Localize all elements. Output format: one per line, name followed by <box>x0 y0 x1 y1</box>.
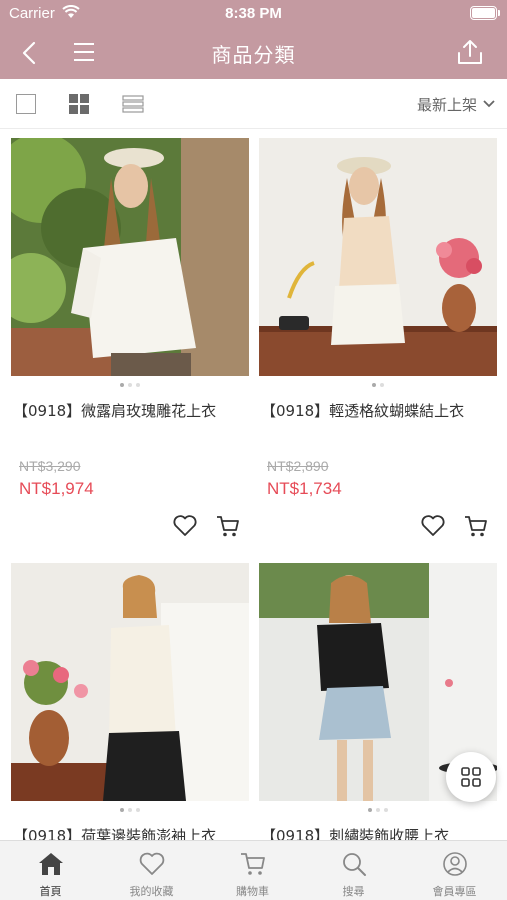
user-icon <box>443 852 467 876</box>
product-card[interactable]: 【0918】荷葉邊裝飾澎袖上衣 <box>11 563 249 845</box>
cart-icon[interactable] <box>215 514 241 538</box>
home-icon <box>39 853 63 875</box>
image-pager <box>11 383 249 389</box>
list-view-icon[interactable] <box>122 94 144 114</box>
view-toolbar: 最新上架 <box>0 79 507 129</box>
battery-tip <box>498 10 500 16</box>
product-image[interactable] <box>259 138 497 376</box>
single-view-icon[interactable] <box>16 94 36 114</box>
heart-icon[interactable] <box>172 514 198 538</box>
share-icon[interactable] <box>457 38 483 66</box>
sale-price: NT$1,734 <box>267 479 342 498</box>
cart-icon <box>241 853 265 875</box>
category-grid-button[interactable] <box>446 752 496 802</box>
page-title: 商品分類 <box>211 43 296 67</box>
product-card[interactable]: 【0918】微露肩玫瑰雕花上衣 NT$3,290 NT$1,974 <box>11 138 249 537</box>
tab-label: 我的收藏 <box>129 885 174 898</box>
product-name[interactable]: 【0918】輕透格紋蝴蝶結上衣 <box>261 400 497 421</box>
image-pager <box>259 383 497 389</box>
image-pager <box>11 808 249 814</box>
tab-label: 購物車 <box>236 885 269 898</box>
original-price: NT$2,890 <box>267 458 329 474</box>
search-icon <box>343 853 366 876</box>
tab-cart[interactable]: 購物車 <box>202 841 303 900</box>
tab-search[interactable]: 搜尋 <box>303 841 404 900</box>
heart-icon <box>139 852 165 875</box>
product-image[interactable] <box>11 138 249 376</box>
header: Carrier 8:38 PM 商品分類 <box>0 0 507 79</box>
heart-icon[interactable] <box>420 514 446 538</box>
tab-bar: 首頁 我的收藏 購物車 搜尋 會員專區 <box>0 840 507 900</box>
tab-member[interactable]: 會員專區 <box>404 841 505 900</box>
status-time: 8:38 PM <box>225 5 282 22</box>
tab-label: 搜尋 <box>342 885 365 898</box>
sale-price: NT$1,974 <box>19 479 94 498</box>
grid-icon <box>461 767 481 787</box>
tab-home[interactable]: 首頁 <box>0 841 101 900</box>
tab-label: 首頁 <box>39 885 62 898</box>
battery-icon <box>470 6 497 20</box>
nav-bar: 商品分類 <box>0 28 507 79</box>
grid-view-icon[interactable] <box>69 94 89 114</box>
status-bar: Carrier 8:38 PM <box>0 0 507 28</box>
tab-favorites[interactable]: 我的收藏 <box>101 841 202 900</box>
product-card[interactable]: 【0918】輕透格紋蝴蝶結上衣 NT$2,890 NT$1,734 <box>259 138 497 537</box>
cart-icon[interactable] <box>463 514 489 538</box>
product-image[interactable] <box>11 563 249 801</box>
original-price: NT$3,290 <box>19 458 81 474</box>
chevron-down-icon <box>483 100 495 108</box>
product-name[interactable]: 【0918】微露肩玫瑰雕花上衣 <box>13 400 249 421</box>
sort-label: 最新上架 <box>416 95 477 114</box>
tab-label: 會員專區 <box>432 885 477 898</box>
sort-dropdown[interactable]: 最新上架 <box>417 93 495 115</box>
image-pager <box>259 808 497 814</box>
